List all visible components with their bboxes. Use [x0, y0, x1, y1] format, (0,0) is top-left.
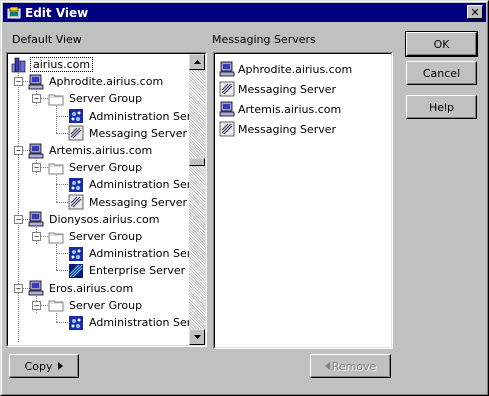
list-item-label: Artemis.airius.com [238, 102, 342, 116]
tree-server-item-label: Messaging Server [89, 195, 188, 209]
folder-icon [48, 297, 64, 313]
host-computer-icon [219, 101, 235, 117]
list-item[interactable]: Aphrodite.airius.com [219, 60, 352, 78]
expand-toggle-group[interactable]: − [32, 94, 41, 104]
ok-button[interactable]: OK [405, 31, 478, 57]
tree-host[interactable]: Eros.airius.com [28, 280, 135, 297]
list-item[interactable]: Artemis.airius.com [219, 100, 341, 118]
expand-toggle-group[interactable]: − [32, 232, 41, 241]
messaging-servers-label: Messaging Servers [212, 33, 316, 46]
folder-icon [48, 229, 64, 245]
tree-host-label: Aphrodite.airius.com [49, 75, 164, 89]
list-item-label: Messaging Server [238, 122, 337, 136]
tree-server-item-label: Enterprise Server [89, 264, 186, 278]
list-item[interactable]: Messaging Server [219, 120, 336, 138]
enterprise-server-icon [68, 263, 84, 279]
tree-root[interactable]: airius.com [11, 56, 94, 73]
tree-server-item[interactable]: Administration Server [68, 108, 205, 125]
tree-host[interactable]: Dionysos.airius.com [28, 211, 162, 228]
tree-content: airius.com − Aphrodite.airius.com − Server G… [8, 54, 205, 345]
tree-server-group-label: Server Group [69, 161, 143, 175]
host-computer-icon [28, 211, 44, 227]
messaging-server-icon [219, 81, 235, 97]
tree-host[interactable]: Aphrodite.airius.com [28, 73, 165, 90]
tree-connector-line [56, 312, 57, 322]
tree-server-group[interactable]: Server Group [48, 90, 144, 107]
host-computer-icon [28, 143, 44, 159]
close-icon: ✕ [470, 5, 480, 19]
tree-host-label: Dionysos.airius.com [49, 212, 160, 226]
messaging-servers-items: Aphrodite.airius.com Messaging Server Arte… [215, 54, 391, 347]
tree-server-group-label: Server Group [69, 92, 143, 106]
expand-toggle-host[interactable]: − [14, 283, 23, 293]
tree-server-item[interactable]: Messaging Server [68, 194, 189, 211]
host-computer-icon [28, 74, 44, 90]
arrow-right-icon [58, 362, 64, 370]
expand-toggle-host[interactable]: − [14, 214, 23, 224]
tree-host[interactable]: Artemis.airius.com [28, 142, 154, 159]
cancel-button[interactable]: Cancel [406, 61, 477, 85]
tree-server-group[interactable]: Server Group [48, 228, 144, 245]
edit-view-dialog: Edit View ✕ Default View airius.com − Aphr… [0, 0, 489, 396]
tree-server-item[interactable]: Messaging Server [68, 125, 189, 142]
title-bar[interactable]: Edit View ✕ [3, 3, 486, 22]
admin-server-icon [68, 315, 84, 331]
messaging-server-icon [219, 121, 235, 137]
tree-server-group[interactable]: Server Group [48, 159, 144, 176]
expand-toggle-group[interactable]: − [32, 300, 41, 310]
messaging-server-icon [68, 194, 84, 210]
expand-toggle-host[interactable]: − [14, 146, 23, 155]
help-button[interactable]: Help [406, 95, 477, 119]
remove-label: Remove [331, 359, 377, 373]
tree-server-item[interactable]: Administration Server [68, 314, 205, 331]
scroll-up-button[interactable] [189, 54, 205, 70]
host-computer-icon [219, 61, 235, 77]
scroll-thumb[interactable] [189, 158, 205, 166]
tree-server-item[interactable]: Enterprise Server [68, 262, 187, 279]
host-computer-icon [28, 280, 44, 296]
messaging-server-icon [68, 125, 84, 141]
admin-server-icon [68, 177, 84, 193]
arrow-down-icon [193, 335, 201, 339]
network-icon [11, 57, 27, 73]
close-button[interactable]: ✕ [467, 5, 483, 19]
admin-server-icon [68, 108, 84, 124]
arrow-left-icon [324, 362, 330, 370]
list-item-label: Messaging Server [238, 82, 337, 96]
tree-vertical-scrollbar[interactable] [189, 54, 205, 345]
scroll-down-button[interactable] [189, 329, 205, 345]
default-view-label: Default View [12, 33, 82, 46]
arrow-up-icon [193, 60, 201, 64]
list-item-label: Aphrodite.airius.com [238, 62, 353, 76]
tree-server-item-label: Messaging Server [89, 126, 188, 140]
tree-connector-line [56, 106, 57, 133]
app-icon [7, 6, 21, 20]
tree-server-item[interactable]: Administration Server [68, 245, 205, 262]
admin-server-icon [68, 246, 84, 262]
copy-label: Copy [24, 359, 53, 373]
tree-server-group[interactable]: Server Group [48, 297, 144, 314]
folder-icon [48, 160, 64, 176]
window-title: Edit View [25, 5, 89, 20]
expand-toggle-group[interactable]: − [32, 163, 41, 173]
tree-root-label: airius.com [30, 57, 94, 72]
default-view-tree[interactable]: airius.com − Aphrodite.airius.com − Server G… [6, 52, 207, 347]
messaging-servers-list[interactable]: Aphrodite.airius.com Messaging Server Arte… [213, 52, 393, 349]
tree-server-group-label: Server Group [69, 230, 143, 243]
copy-button[interactable]: Copy [9, 354, 79, 378]
tree-connector-line [18, 72, 19, 342]
list-item[interactable]: Messaging Server [219, 80, 336, 98]
folder-icon [48, 91, 64, 107]
tree-server-item[interactable]: Administration Server [68, 176, 205, 193]
tree-host-label: Artemis.airius.com [49, 144, 153, 157]
tree-connector-line [56, 244, 57, 271]
expand-toggle-host[interactable]: − [14, 77, 23, 87]
remove-button[interactable]: Remove [310, 354, 391, 378]
tree-server-group-label: Server Group [69, 298, 143, 312]
tree-connector-line [56, 175, 57, 202]
tree-host-label: Eros.airius.com [49, 281, 134, 295]
